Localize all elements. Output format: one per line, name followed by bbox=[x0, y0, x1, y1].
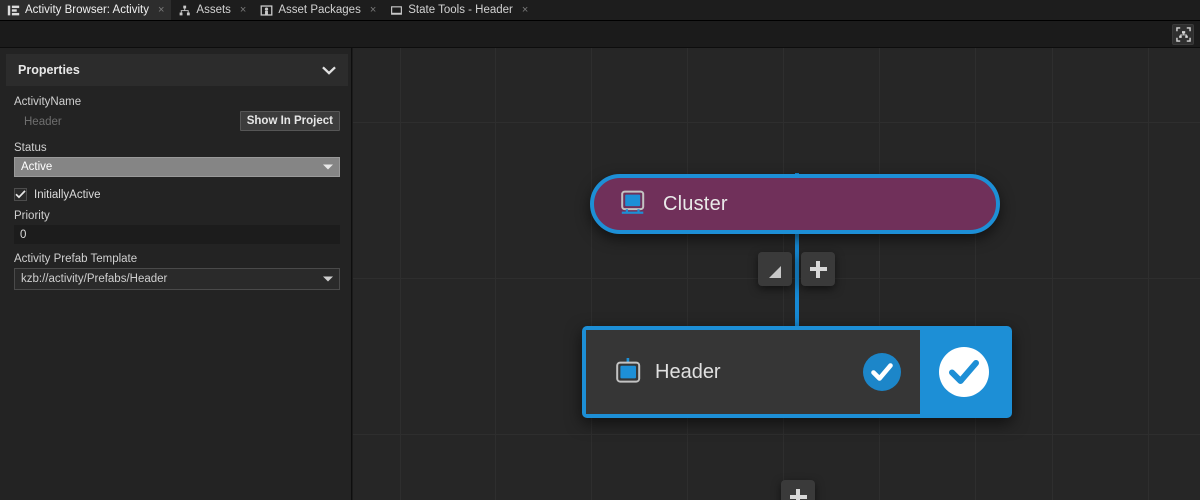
check-circle-icon bbox=[939, 347, 989, 397]
status-label: Status bbox=[14, 141, 340, 156]
screen-icon bbox=[390, 4, 403, 17]
add-child-button-header[interactable] bbox=[781, 480, 815, 500]
chevron-down-icon[interactable] bbox=[322, 66, 336, 75]
priority-input[interactable]: 0 bbox=[14, 225, 340, 244]
graph-node-header[interactable]: Header bbox=[582, 326, 1012, 418]
show-in-project-button[interactable]: Show In Project bbox=[240, 111, 340, 131]
check-icon bbox=[15, 190, 26, 199]
initially-active-label: InitiallyActive bbox=[34, 189, 100, 201]
status-dropdown[interactable]: Active bbox=[14, 157, 340, 177]
package-box-icon bbox=[260, 4, 273, 17]
assets-tree-icon bbox=[178, 4, 191, 17]
tab-label: Assets bbox=[196, 0, 231, 21]
prefab-template-value: kzb://activity/Prefabs/Header bbox=[21, 273, 167, 285]
graph-node-header-side[interactable] bbox=[920, 330, 1008, 414]
cluster-screen-icon bbox=[620, 190, 650, 218]
tab-assets[interactable]: Assets × bbox=[171, 0, 253, 20]
chevron-down-icon bbox=[323, 165, 333, 170]
prefab-template-dropdown[interactable]: kzb://activity/Prefabs/Header bbox=[14, 268, 340, 290]
tab-label: Asset Packages bbox=[278, 0, 360, 21]
activity-name-row: Header Show In Project bbox=[14, 111, 340, 133]
initially-active-checkbox-row[interactable]: InitiallyActive bbox=[14, 188, 340, 201]
plus-icon bbox=[790, 489, 807, 500]
tab-bar: Activity Browser: Activity × Assets × As… bbox=[0, 0, 1200, 21]
graph-node-header-body: Header bbox=[586, 330, 920, 414]
tab-close-icon[interactable]: × bbox=[522, 4, 528, 16]
tab-label: Activity Browser: Activity bbox=[25, 0, 149, 21]
graph-node-cluster[interactable]: Cluster bbox=[590, 174, 1000, 234]
collapse-button[interactable] bbox=[758, 252, 792, 286]
activity-name-label: ActivityName bbox=[14, 95, 340, 110]
tab-activity-browser[interactable]: Activity Browser: Activity × bbox=[0, 0, 171, 20]
initially-active-checkbox[interactable] bbox=[14, 188, 27, 201]
tab-close-icon[interactable]: × bbox=[370, 4, 376, 16]
priority-label: Priority bbox=[14, 209, 340, 224]
triangle-collapse-icon bbox=[769, 266, 781, 278]
tab-close-icon[interactable]: × bbox=[240, 4, 246, 16]
tab-label: State Tools - Header bbox=[408, 0, 513, 21]
activity-graph-canvas[interactable]: Cluster Header bbox=[353, 48, 1200, 500]
properties-panel-header[interactable]: Properties bbox=[6, 54, 348, 86]
add-child-button-cluster[interactable] bbox=[801, 252, 835, 286]
properties-fields: ActivityName Header Show In Project Stat… bbox=[14, 92, 340, 290]
fit-to-view-icon bbox=[1176, 27, 1191, 42]
fit-to-screen-button[interactable] bbox=[1172, 24, 1194, 45]
node-status-check-icon[interactable] bbox=[863, 353, 901, 391]
chevron-down-icon bbox=[323, 277, 333, 282]
graph-node-label: Header bbox=[655, 361, 721, 384]
page-title: Properties bbox=[18, 63, 322, 77]
hierarchy-icon bbox=[7, 4, 20, 17]
tab-close-icon[interactable]: × bbox=[158, 4, 164, 16]
prefab-template-label: Activity Prefab Template bbox=[14, 252, 340, 267]
priority-value: 0 bbox=[20, 229, 26, 241]
canvas-toolbar bbox=[0, 21, 1200, 48]
tab-asset-packages[interactable]: Asset Packages × bbox=[253, 0, 383, 20]
properties-sidebar: Properties ActivityName Header Show In P… bbox=[0, 48, 352, 500]
plus-icon bbox=[810, 261, 827, 278]
graph-node-label: Cluster bbox=[663, 193, 728, 216]
activity-screen-icon bbox=[615, 358, 642, 386]
activity-name-value[interactable]: Header bbox=[14, 116, 62, 128]
tab-state-tools[interactable]: State Tools - Header × bbox=[383, 0, 535, 20]
status-value: Active bbox=[21, 161, 52, 173]
